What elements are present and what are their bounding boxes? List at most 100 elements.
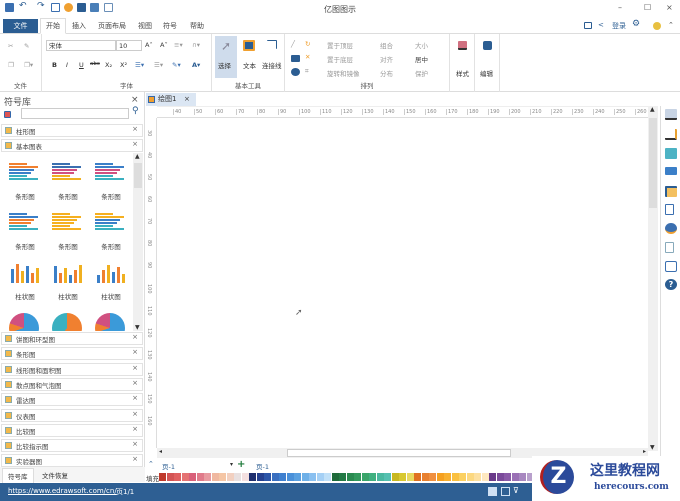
center-button[interactable]: 居中 xyxy=(415,54,428,64)
tab-home[interactable]: 开始 xyxy=(46,21,60,31)
login-button[interactable]: 登录 xyxy=(612,21,626,31)
style-button[interactable]: 样式 xyxy=(450,34,475,92)
color-swatch[interactable] xyxy=(376,473,384,481)
color-swatch[interactable] xyxy=(399,473,406,481)
size-button[interactable]: 大小 xyxy=(415,40,428,50)
color-swatch[interactable] xyxy=(489,473,496,481)
color-swatch[interactable] xyxy=(294,473,301,481)
close-icon[interactable]: × xyxy=(132,125,138,133)
screen-icon[interactable] xyxy=(584,22,592,29)
color-swatch[interactable] xyxy=(256,473,264,481)
color-swatch[interactable] xyxy=(436,473,444,481)
curve-icon[interactable]: ∩▾ xyxy=(192,41,200,49)
color-swatch[interactable] xyxy=(481,473,489,481)
subscript-button[interactable]: X₂ xyxy=(105,61,112,69)
color-swatch[interactable] xyxy=(354,473,361,481)
tab-view[interactable]: 视图 xyxy=(138,21,152,31)
normal-view-icon[interactable] xyxy=(488,487,497,496)
edit-button[interactable]: 编辑 xyxy=(475,34,500,92)
paste-icon[interactable]: ❐▾ xyxy=(24,61,33,69)
library-category[interactable]: 线形图和面积图 × xyxy=(1,362,143,376)
full-view-icon[interactable] xyxy=(501,487,510,496)
color-swatch[interactable] xyxy=(166,473,174,481)
color-swatch[interactable] xyxy=(181,473,189,481)
numbered-list-icon[interactable]: ☰▾ xyxy=(135,61,144,69)
document-tab[interactable]: 绘图1 × xyxy=(146,93,196,106)
library-category[interactable]: 条形图 × xyxy=(1,347,143,361)
share-icon[interactable]: < xyxy=(598,21,604,29)
library-category[interactable]: 散点图和气泡图 × xyxy=(1,377,143,391)
tab-help[interactable]: 帮助 xyxy=(190,21,204,31)
rotate-mirror-button[interactable]: 旋转和镜像 xyxy=(327,68,360,78)
library-menu-icon[interactable] xyxy=(4,111,11,118)
vertical-scrollbar[interactable]: ▲ ▼ xyxy=(648,106,658,451)
library-category[interactable]: 比较指示图 × xyxy=(1,439,143,453)
tab-insert[interactable]: 插入 xyxy=(72,21,86,31)
collapse-icon[interactable]: ⌃ xyxy=(148,460,154,468)
settings-gear-icon[interactable]: ⚙ xyxy=(632,19,640,29)
close-button[interactable]: × xyxy=(666,3,673,12)
color-swatch[interactable] xyxy=(474,473,481,481)
font-size-select[interactable]: 10 xyxy=(116,40,142,51)
library-category[interactable]: 基本图表 × xyxy=(1,139,143,152)
color-swatch[interactable] xyxy=(196,473,204,481)
layers-icon[interactable] xyxy=(665,186,677,197)
color-swatch[interactable] xyxy=(226,473,234,481)
color-swatch[interactable] xyxy=(466,473,474,481)
color-swatch[interactable] xyxy=(391,473,399,481)
color-swatch[interactable] xyxy=(316,473,324,481)
font-color-icon[interactable]: A▾ xyxy=(192,61,200,69)
close-icon[interactable]: × xyxy=(132,333,138,341)
color-swatch[interactable] xyxy=(159,473,166,481)
add-page-button[interactable]: + xyxy=(237,459,245,470)
close-tab-icon[interactable]: × xyxy=(184,93,190,106)
library-search-input[interactable] xyxy=(21,108,129,119)
color-swatch[interactable] xyxy=(174,473,181,481)
color-swatch[interactable] xyxy=(331,473,339,481)
color-swatch[interactable] xyxy=(189,473,196,481)
page-tab[interactable]: 页-1 xyxy=(256,461,269,471)
library-category[interactable]: 柱形图 × xyxy=(1,124,143,137)
color-swatch[interactable] xyxy=(384,473,391,481)
color-swatch[interactable] xyxy=(309,473,316,481)
text-tool-button[interactable]: 文本 xyxy=(240,36,260,78)
connector-tool-button[interactable]: 连接线 xyxy=(262,36,284,78)
fit-icon[interactable]: ⊽ xyxy=(513,486,519,495)
color-swatch[interactable] xyxy=(346,473,354,481)
color-swatch[interactable] xyxy=(271,473,279,481)
color-swatch[interactable] xyxy=(406,473,414,481)
color-swatch[interactable] xyxy=(504,473,511,481)
color-swatch[interactable] xyxy=(286,473,294,481)
close-icon[interactable]: × xyxy=(132,364,138,372)
color-swatch[interactable] xyxy=(421,473,429,481)
color-swatch[interactable] xyxy=(264,473,271,481)
close-icon[interactable]: × xyxy=(132,394,138,402)
color-swatch[interactable] xyxy=(219,473,226,481)
color-swatch[interactable] xyxy=(241,473,249,481)
library-category[interactable]: 饼图和环型图 × xyxy=(1,332,143,345)
send-to-back-button[interactable]: 置于底层 xyxy=(327,54,353,64)
shrink-font-icon[interactable]: A˅ xyxy=(160,41,168,49)
color-swatch[interactable] xyxy=(429,473,436,481)
pie-chart-shape[interactable] xyxy=(52,313,82,331)
library-category[interactable]: 实验器图 × xyxy=(1,454,143,468)
strikethrough-button[interactable]: abc xyxy=(90,61,100,67)
help-icon[interactable]: ? xyxy=(665,279,677,290)
color-swatch[interactable] xyxy=(211,473,219,481)
line-icon[interactable]: ╱ xyxy=(291,40,295,48)
select-tool-button[interactable]: ➚ 选择 xyxy=(215,36,237,78)
color-swatch[interactable] xyxy=(369,473,376,481)
color-swatch[interactable] xyxy=(496,473,504,481)
align-icon[interactable]: ≡▾ xyxy=(174,41,183,49)
shadow-icon[interactable] xyxy=(665,148,677,159)
arc-icon[interactable]: ↻ xyxy=(305,40,310,48)
pie-chart-shape[interactable] xyxy=(9,313,39,331)
bold-button[interactable]: B xyxy=(52,61,57,69)
superscript-button[interactable]: X² xyxy=(120,61,127,69)
cross-icon[interactable]: ✕ xyxy=(305,53,310,61)
line-style-icon[interactable] xyxy=(665,129,677,140)
highlight-icon[interactable]: ✎▾ xyxy=(172,61,181,69)
color-swatch[interactable] xyxy=(459,473,466,481)
notes-icon[interactable] xyxy=(665,242,674,253)
bring-to-front-button[interactable]: 置于顶层 xyxy=(327,40,353,50)
